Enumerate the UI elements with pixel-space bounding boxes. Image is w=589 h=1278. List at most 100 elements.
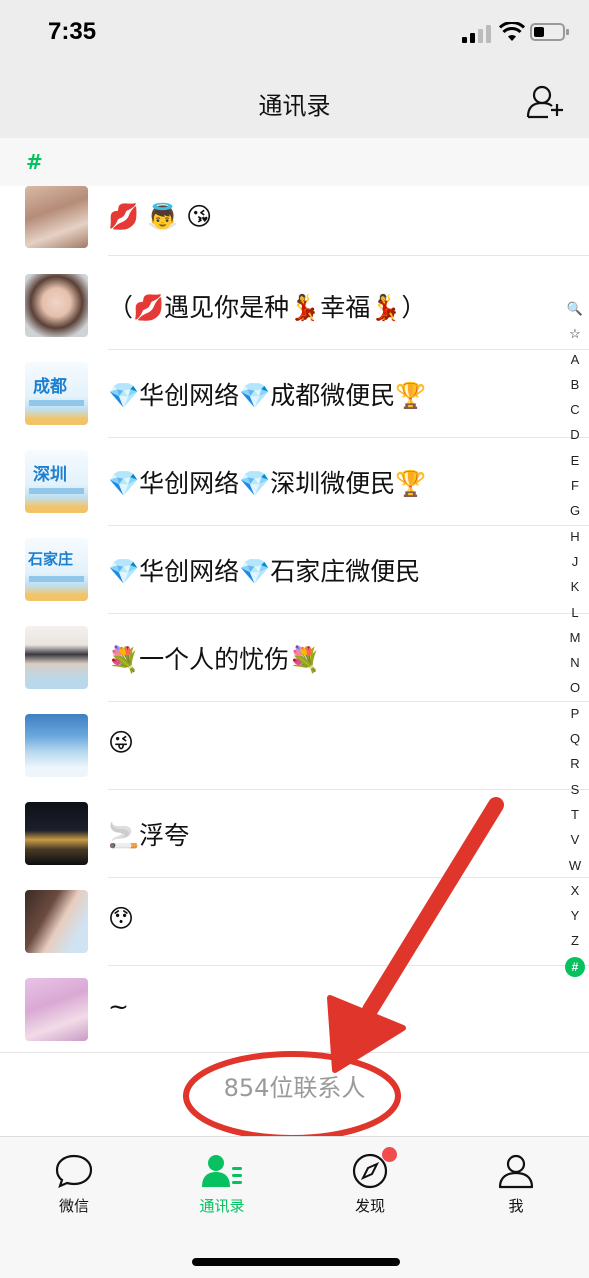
- contact-name: ~: [108, 992, 129, 1021]
- nav-header: 通讯录: [0, 66, 589, 138]
- index-letter-label: D: [570, 427, 580, 443]
- contact-item[interactable]: 石家庄 💎华创网络💎石家庄微便民: [0, 526, 589, 614]
- avatar: [25, 186, 88, 248]
- index-letter[interactable]: M: [562, 625, 588, 650]
- index-letter-label: O: [569, 680, 581, 696]
- index-letter-label: F: [571, 478, 579, 494]
- avatar-city-label: 石家庄: [28, 550, 74, 568]
- section-header: #: [0, 138, 589, 186]
- index-letter[interactable]: R: [562, 751, 588, 776]
- contact-item[interactable]: （💋遇见你是种💃幸福💃）: [0, 262, 589, 350]
- contact-item[interactable]: ~: [0, 966, 589, 1054]
- index-letter[interactable]: H: [562, 524, 588, 549]
- index-letter[interactable]: Q: [562, 726, 588, 751]
- index-letter-label: Z: [571, 933, 579, 949]
- notification-badge: [382, 1147, 397, 1162]
- index-letter-label: #: [565, 956, 585, 977]
- index-letter-label: G: [569, 503, 581, 519]
- avatar: [25, 802, 88, 865]
- index-letter-label: A: [570, 351, 580, 367]
- contact-name: （💋遇见你是种💃幸福💃）: [108, 293, 427, 322]
- contact-item[interactable]: 😜: [0, 702, 589, 790]
- tab-me[interactable]: 我: [466, 1153, 566, 1223]
- person-icon: [498, 1154, 534, 1189]
- index-letter-label: ☆: [569, 326, 581, 342]
- index-letter-label: H: [570, 528, 580, 544]
- index-letter[interactable]: ☆: [562, 321, 588, 346]
- divider: [0, 1052, 589, 1053]
- section-letter: #: [26, 150, 43, 174]
- divider: [108, 255, 589, 256]
- index-letter[interactable]: A: [562, 347, 588, 372]
- index-letter[interactable]: E: [562, 448, 588, 473]
- tab-wechat[interactable]: 微信: [24, 1153, 124, 1223]
- avatar: [25, 890, 88, 953]
- avatar: [25, 274, 88, 337]
- cellular-signal-icon: [462, 25, 491, 43]
- index-letter-label: B: [570, 376, 580, 392]
- home-indicator: [192, 1258, 400, 1266]
- contact-name: 💐一个人的忧伤💐: [108, 645, 321, 674]
- index-letter-label: N: [570, 655, 580, 671]
- tab-label: 发现: [354, 1197, 385, 1215]
- index-letter[interactable]: #: [562, 954, 588, 979]
- contact-name: 💎华创网络💎石家庄微便民: [108, 557, 421, 586]
- contact-name: 😯: [108, 904, 135, 933]
- index-letter[interactable]: N: [562, 650, 588, 675]
- index-letter[interactable]: D: [562, 422, 588, 447]
- contact-list[interactable]: # 💋 👼 😘 （💋遇见你是种💃幸福💃） 成都 💎华创网络💎成都微便民🏆 深圳 …: [0, 138, 589, 1136]
- avatar: [25, 626, 88, 689]
- index-letter[interactable]: G: [562, 498, 588, 523]
- avatar-stripe: [29, 576, 84, 582]
- avatar: 深圳: [25, 450, 88, 513]
- contact-name: 🚬浮夸: [108, 821, 190, 850]
- index-letter[interactable]: L: [562, 600, 588, 625]
- avatar-stripe: [29, 400, 84, 406]
- index-letter[interactable]: C: [562, 397, 588, 422]
- contact-name: 😜: [108, 728, 135, 757]
- index-letter-label: M: [569, 629, 581, 645]
- contact-item[interactable]: 🚬浮夸: [0, 790, 589, 878]
- index-letter-label: L: [571, 604, 579, 620]
- index-letter[interactable]: B: [562, 372, 588, 397]
- index-letter[interactable]: V: [562, 827, 588, 852]
- index-letter[interactable]: 🔍: [562, 296, 588, 321]
- index-letter[interactable]: W: [562, 853, 588, 878]
- index-letter[interactable]: T: [562, 802, 588, 827]
- contact-name: 💎华创网络💎成都微便民🏆: [108, 381, 427, 410]
- status-bar: 7:35: [0, 0, 589, 66]
- tab-label: 通讯录: [199, 1197, 245, 1215]
- avatar: 石家庄: [25, 538, 88, 601]
- contact-item[interactable]: 成都 💎华创网络💎成都微便民🏆: [0, 350, 589, 438]
- index-letter[interactable]: Z: [562, 928, 588, 953]
- tab-contacts[interactable]: 通讯录: [172, 1153, 272, 1223]
- contact-item[interactable]: 😯: [0, 878, 589, 966]
- index-letter[interactable]: Y: [562, 903, 588, 928]
- avatar-city-label: 成都: [33, 377, 67, 397]
- contact-item[interactable]: 深圳 💎华创网络💎深圳微便民🏆: [0, 438, 589, 526]
- index-letter-label: W: [568, 857, 582, 873]
- status-time: 7:35: [48, 18, 97, 45]
- contact-item[interactable]: 💋 👼 😘: [0, 184, 589, 256]
- contact-item[interactable]: 💐一个人的忧伤💐: [0, 614, 589, 702]
- index-letter[interactable]: P: [562, 701, 588, 726]
- index-letter-label: 🔍: [566, 301, 584, 316]
- index-letter[interactable]: S: [562, 777, 588, 802]
- index-letter-label: C: [570, 402, 580, 418]
- add-friend-icon[interactable]: [526, 84, 566, 120]
- avatar-city-label: 深圳: [33, 465, 67, 485]
- tab-bar: 微信 通讯录 发现 我: [0, 1136, 589, 1278]
- index-letter[interactable]: J: [562, 549, 588, 574]
- index-letter-label: E: [570, 452, 580, 468]
- index-letter-label: Y: [570, 908, 580, 924]
- index-letter[interactable]: O: [562, 675, 588, 700]
- index-letter[interactable]: X: [562, 878, 588, 903]
- avatar: [25, 714, 88, 777]
- index-letter-label: J: [571, 553, 579, 569]
- index-letter[interactable]: F: [562, 473, 588, 498]
- index-letter-label: S: [570, 781, 580, 797]
- alphabet-index[interactable]: 🔍 ☆ A B C D E F G H J K L M N O P Q R S T V W X Y Z #: [562, 296, 588, 979]
- index-letter[interactable]: K: [562, 574, 588, 599]
- battery-icon: [530, 23, 569, 41]
- tab-discover[interactable]: 发现: [320, 1147, 420, 1223]
